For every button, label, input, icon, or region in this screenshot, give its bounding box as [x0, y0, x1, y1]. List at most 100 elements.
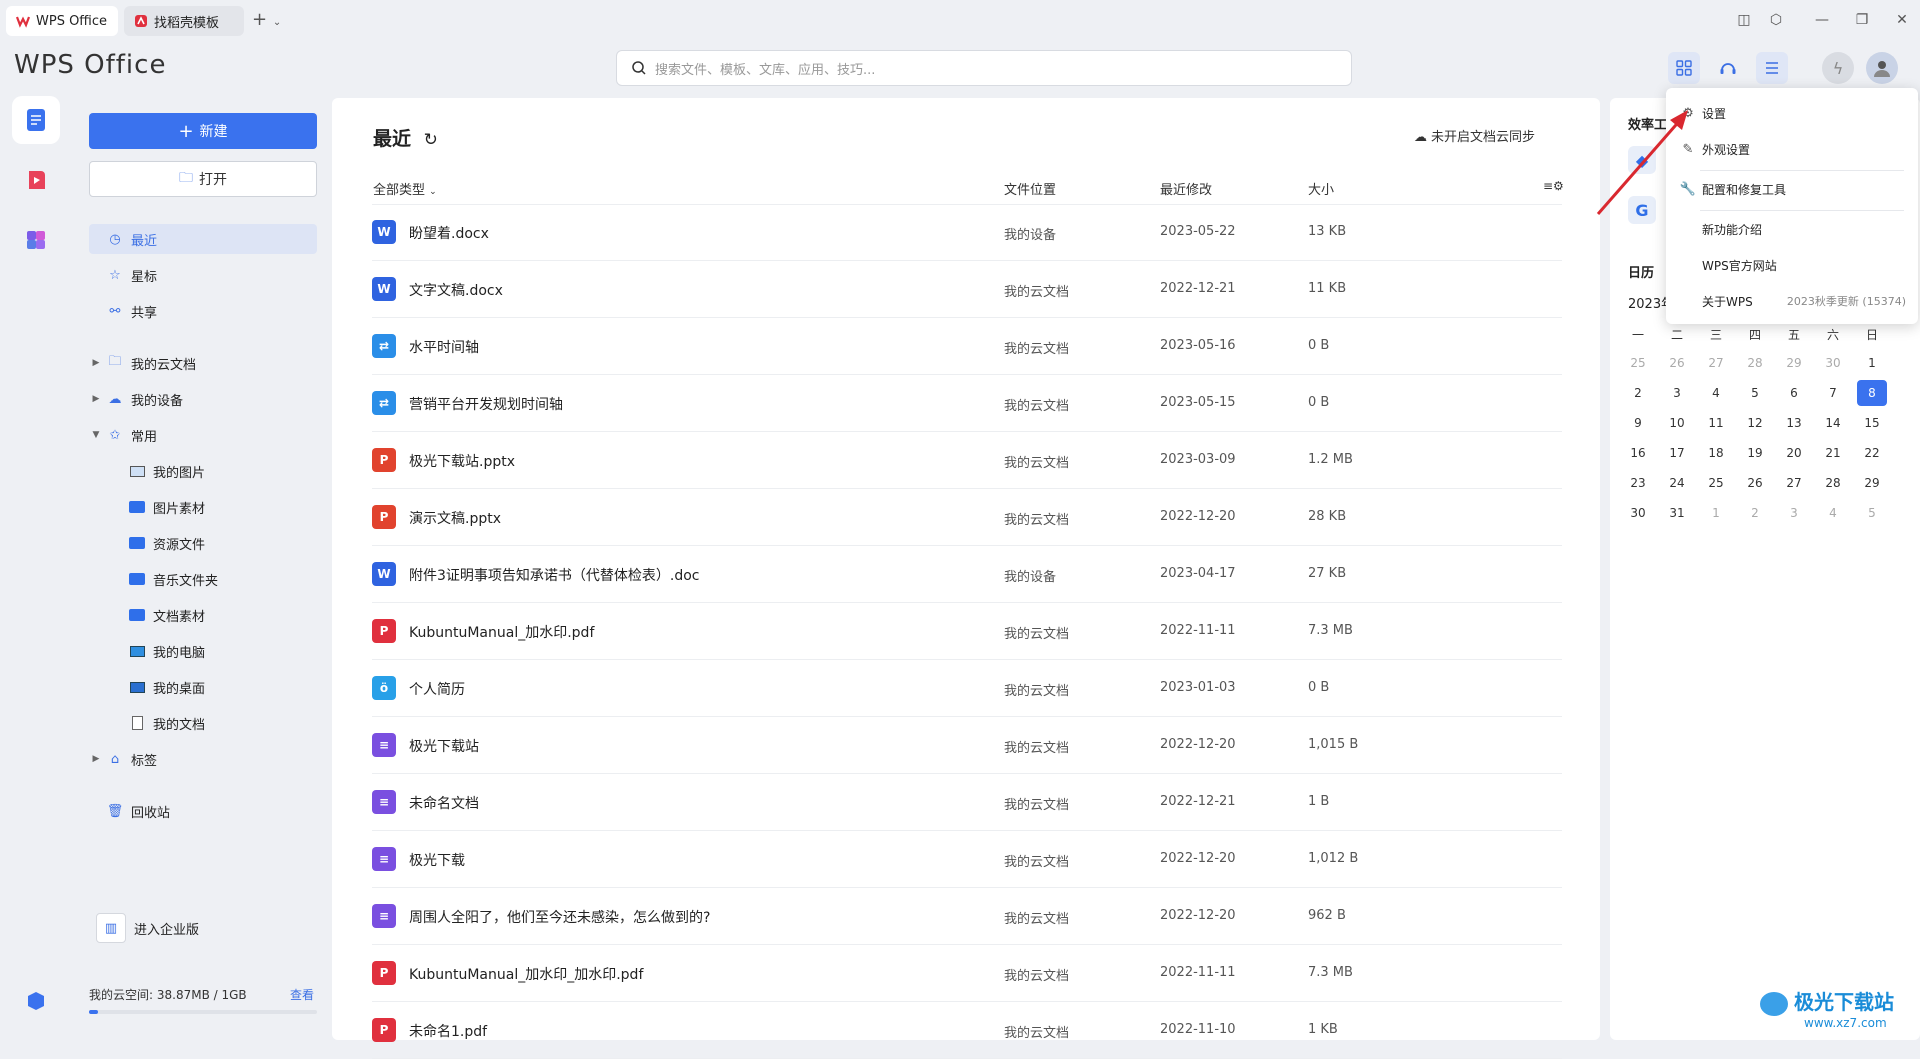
- menu-item-appearance[interactable]: ✎ 外观设置: [1666, 132, 1918, 166]
- sidebar-item-my-desktop[interactable]: 我的桌面: [89, 672, 317, 702]
- calendar-day[interactable]: 21: [1818, 446, 1848, 460]
- calendar-day[interactable]: 15: [1857, 416, 1887, 430]
- calendar-day[interactable]: 28: [1818, 476, 1848, 490]
- file-row[interactable]: ≡ 极光下载站 我的云文档 2022-12-20 1,015 B: [372, 717, 1562, 774]
- file-row[interactable]: W 附件3证明事项告知承诺书（代替体检表）.doc 我的设备 2023-04-17 27…: [372, 546, 1562, 603]
- menu-item-repair-tools[interactable]: 🔧 配置和修复工具: [1666, 172, 1918, 206]
- caret-right-icon[interactable]: ▶: [89, 754, 103, 764]
- sidebar-item-doc-assets[interactable]: 文档素材: [89, 600, 317, 630]
- column-modified[interactable]: 最近修改: [1160, 179, 1212, 198]
- refresh-icon[interactable]: ↻: [424, 130, 438, 150]
- caret-right-icon[interactable]: ▶: [89, 394, 103, 404]
- calendar-day[interactable]: 3: [1662, 386, 1692, 400]
- calendar-day[interactable]: 1: [1857, 356, 1887, 370]
- calendar-day[interactable]: 16: [1623, 446, 1653, 460]
- calendar-day[interactable]: 27: [1701, 356, 1731, 370]
- calendar-day[interactable]: 19: [1740, 446, 1770, 460]
- sidebar-item-shared[interactable]: ⚯ 共享: [89, 296, 317, 326]
- menu-icon[interactable]: [1756, 52, 1788, 84]
- calendar-day[interactable]: 5: [1857, 506, 1887, 520]
- rail-docer-icon[interactable]: [12, 156, 60, 204]
- calendar-day[interactable]: 4: [1701, 386, 1731, 400]
- sidebar-item-my-computer[interactable]: 我的电脑: [89, 636, 317, 666]
- menu-item-official-site[interactable]: WPS官方网站: [1666, 248, 1918, 282]
- new-button[interactable]: + 新建: [89, 113, 317, 149]
- caret-right-icon[interactable]: ▶: [89, 358, 103, 368]
- sidebar-item-my-pictures[interactable]: 我的图片: [89, 456, 317, 486]
- tab-docer-templates[interactable]: 找稻壳模板: [124, 6, 244, 36]
- lightning-icon[interactable]: ϟ: [1822, 52, 1854, 84]
- file-row[interactable]: ≡ 极光下载 我的云文档 2022-12-20 1,012 B: [372, 831, 1562, 888]
- cloud-view-link[interactable]: 查看: [290, 986, 314, 1003]
- sidebar-item-recent[interactable]: ◷ 最近: [89, 224, 317, 254]
- calendar-day[interactable]: 27: [1779, 476, 1809, 490]
- sidebar-item-music-folder[interactable]: 音乐文件夹: [89, 564, 317, 594]
- sidebar-item-image-assets[interactable]: 图片素材: [89, 492, 317, 522]
- sidebar-item-recycle-bin[interactable]: 🗑 回收站: [89, 796, 317, 826]
- calendar-day[interactable]: 26: [1740, 476, 1770, 490]
- calendar-day[interactable]: 1: [1701, 506, 1731, 520]
- calendar-day[interactable]: 31: [1662, 506, 1692, 520]
- cube-icon[interactable]: ⬡: [1762, 8, 1790, 32]
- caret-down-icon[interactable]: ▼: [89, 430, 103, 440]
- close-button[interactable]: ✕: [1888, 8, 1916, 32]
- file-row[interactable]: ≡ 周围人全阳了，他们至今还未感染，怎么做到的? 我的云文档 2022-12-20 96…: [372, 888, 1562, 945]
- calendar-day[interactable]: 2: [1623, 386, 1653, 400]
- calendar-day[interactable]: 10: [1662, 416, 1692, 430]
- sidebar-item-cloud-docs[interactable]: ▶ 🗀 我的云文档: [89, 348, 317, 378]
- file-row[interactable]: P KubuntuManual_加水印.pdf 我的云文档 2022-11-11 7.3…: [372, 603, 1562, 660]
- rail-documents-icon[interactable]: [12, 96, 60, 144]
- calendar-day[interactable]: 3: [1779, 506, 1809, 520]
- calendar-day[interactable]: 2: [1740, 506, 1770, 520]
- sidebar-item-starred[interactable]: ☆ 星标: [89, 260, 317, 290]
- calendar-day[interactable]: 11: [1701, 416, 1731, 430]
- column-settings-icon[interactable]: ≡⚙: [1543, 179, 1564, 193]
- avatar[interactable]: [1866, 52, 1898, 84]
- calendar-day[interactable]: 18: [1701, 446, 1731, 460]
- new-tab-button[interactable]: + ⌄: [252, 9, 281, 30]
- enterprise-button[interactable]: ▥ 进入企业版: [96, 913, 199, 943]
- rail-box-icon[interactable]: [12, 976, 60, 1024]
- file-row[interactable]: ⇄ 营销平台开发规划时间轴 我的云文档 2023-05-15 0 B: [372, 375, 1562, 432]
- calendar-day[interactable]: 30: [1818, 356, 1848, 370]
- calendar-day[interactable]: 20: [1779, 446, 1809, 460]
- file-row[interactable]: ≡ 未命名文档 我的云文档 2022-12-21 1 B: [372, 774, 1562, 831]
- calendar-day[interactable]: 13: [1779, 416, 1809, 430]
- calendar-day[interactable]: 14: [1818, 416, 1848, 430]
- calendar-day[interactable]: 25: [1701, 476, 1731, 490]
- sidebar-item-my-documents[interactable]: 我的文档: [89, 708, 317, 738]
- file-row[interactable]: P 未命名1.pdf 我的云文档 2022-11-10 1 KB: [372, 1002, 1562, 1059]
- calendar-day[interactable]: 29: [1857, 476, 1887, 490]
- calendar-day[interactable]: 30: [1623, 506, 1653, 520]
- restore-button[interactable]: ❐: [1848, 8, 1876, 32]
- column-type-filter[interactable]: 全部类型 ⌄: [373, 179, 437, 198]
- calendar-day[interactable]: 8: [1857, 380, 1887, 406]
- menu-item-about[interactable]: 关于WPS 2023秋季更新 (15374): [1666, 284, 1918, 318]
- chevron-down-icon[interactable]: ⌄: [273, 17, 281, 28]
- file-row[interactable]: W 盼望着.docx 我的设备 2023-05-22 13 KB: [372, 204, 1562, 261]
- calendar-day[interactable]: 4: [1818, 506, 1848, 520]
- calendar-day[interactable]: 26: [1662, 356, 1692, 370]
- file-row[interactable]: P 极光下载站.pptx 我的云文档 2023-03-09 1.2 MB: [372, 432, 1562, 489]
- cloud-sync-status[interactable]: ☁ 未开启文档云同步: [1414, 126, 1535, 145]
- file-row[interactable]: P KubuntuManual_加水印_加水印.pdf 我的云文档 2022-11-1…: [372, 945, 1562, 1002]
- calendar-day[interactable]: 17: [1662, 446, 1692, 460]
- sidebar-item-my-device[interactable]: ▶ ☁ 我的设备: [89, 384, 317, 414]
- search-input[interactable]: 搜索文件、模板、文库、应用、技巧...: [616, 50, 1352, 86]
- calendar-day[interactable]: 23: [1623, 476, 1653, 490]
- sidebar-item-tags[interactable]: ▶ ⌂ 标签: [89, 744, 317, 774]
- file-row[interactable]: P 演示文稿.pptx 我的云文档 2022-12-20 28 KB: [372, 489, 1562, 546]
- sidebar-item-resource-files[interactable]: 资源文件: [89, 528, 317, 558]
- menu-item-whats-new[interactable]: 新功能介绍: [1666, 212, 1918, 246]
- calendar-day[interactable]: 24: [1662, 476, 1692, 490]
- tab-wps-office[interactable]: WPS Office: [6, 6, 118, 36]
- calendar-day[interactable]: 9: [1623, 416, 1653, 430]
- open-button[interactable]: 🗀 打开: [89, 161, 317, 197]
- apps-grid-icon[interactable]: [1668, 52, 1700, 84]
- calendar-day[interactable]: 22: [1857, 446, 1887, 460]
- file-row[interactable]: ö 个人简历 我的云文档 2023-01-03 0 B: [372, 660, 1562, 717]
- calendar-day[interactable]: 6: [1779, 386, 1809, 400]
- calendar-day[interactable]: 12: [1740, 416, 1770, 430]
- sidebar-toggle-icon[interactable]: ◫: [1730, 8, 1758, 32]
- calendar-day[interactable]: 25: [1623, 356, 1653, 370]
